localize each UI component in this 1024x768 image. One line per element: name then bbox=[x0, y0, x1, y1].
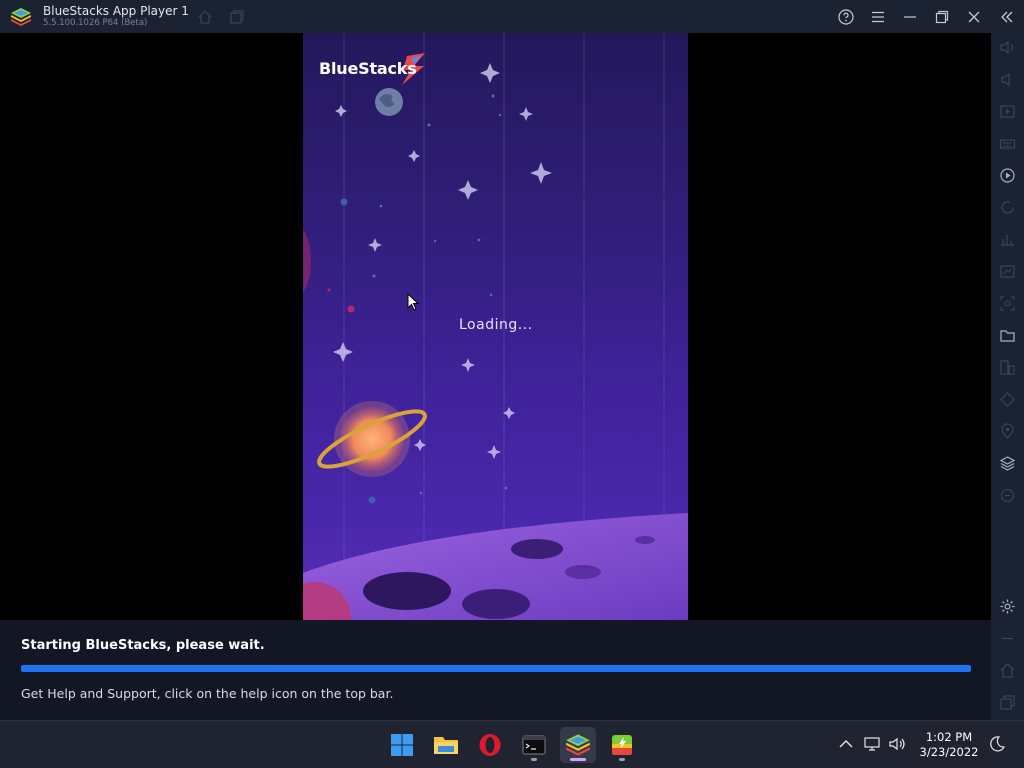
hamburger-menu-icon bbox=[872, 11, 884, 23]
keyboard-icon[interactable] bbox=[999, 135, 1016, 152]
multi-instance-icon[interactable] bbox=[999, 359, 1016, 376]
taskbar-start-button[interactable] bbox=[384, 727, 420, 763]
screenshot-icon[interactable] bbox=[999, 295, 1016, 312]
taskbar-opera[interactable] bbox=[472, 727, 508, 763]
close-button[interactable] bbox=[964, 7, 984, 27]
terminal-icon bbox=[522, 735, 546, 755]
progress-bar-fill bbox=[21, 665, 971, 672]
startup-status-panel: Starting BlueStacks, please wait. Get He… bbox=[0, 620, 991, 720]
taskbar-clock[interactable]: 1:02 PM 3/23/2022 bbox=[912, 730, 986, 760]
double-chevron-left-icon bbox=[1001, 11, 1013, 23]
bluestacks-x-running-indicator bbox=[619, 758, 625, 761]
taskbar-bluestacks[interactable] bbox=[560, 727, 596, 763]
rotate-icon[interactable] bbox=[999, 199, 1016, 216]
chevron-up-icon[interactable] bbox=[837, 735, 855, 753]
file-explorer-icon bbox=[434, 737, 458, 754]
windows-start-icon bbox=[391, 734, 413, 756]
window-title-group: BlueStacks App Player 1 5.5.100.1026 P64… bbox=[43, 4, 189, 29]
layers-icon[interactable] bbox=[999, 455, 1016, 472]
clock-time: 1:02 PM bbox=[925, 730, 973, 744]
android-home-icon[interactable] bbox=[999, 662, 1016, 679]
bluestacks-brand-logo: BlueStacks bbox=[319, 59, 417, 78]
volume-up-icon[interactable] bbox=[999, 39, 1016, 56]
folder-icon[interactable] bbox=[999, 327, 1016, 344]
loading-text: Loading... bbox=[459, 317, 533, 333]
help-button[interactable] bbox=[836, 7, 856, 27]
volume-down-icon[interactable] bbox=[999, 71, 1016, 88]
progress-bar bbox=[21, 665, 971, 672]
minimize-button[interactable] bbox=[900, 7, 920, 27]
collapse-sidebar-button[interactable] bbox=[997, 7, 1017, 27]
title-bar: BlueStacks App Player 1 5.5.100.1026 P64… bbox=[0, 0, 1024, 33]
emulator-screen[interactable]: BlueStacks Loading... bbox=[303, 33, 688, 620]
recent-apps-icon[interactable] bbox=[999, 694, 1016, 711]
screen-size-icon[interactable] bbox=[999, 263, 1016, 280]
restore-button[interactable] bbox=[932, 7, 952, 27]
close-icon bbox=[968, 11, 980, 23]
terminal-running-indicator bbox=[531, 758, 537, 761]
network-icon[interactable] bbox=[863, 735, 881, 753]
help-hint-text: Get Help and Support, click on the help … bbox=[21, 686, 394, 701]
bluestacks-window: BlueStacks App Player 1 5.5.100.1026 P64… bbox=[0, 0, 1024, 720]
location-icon[interactable] bbox=[999, 423, 1016, 440]
bluestacks-logo-icon bbox=[11, 8, 31, 26]
clock-date: 3/23/2022 bbox=[919, 745, 979, 759]
right-sidebar bbox=[991, 33, 1024, 720]
bluestacks-x-icon bbox=[612, 735, 632, 755]
eco-mode-icon[interactable] bbox=[999, 391, 1016, 408]
help-icon bbox=[838, 9, 854, 25]
back-icon[interactable] bbox=[999, 630, 1016, 647]
focus-assist-moon-icon[interactable] bbox=[988, 735, 1006, 753]
bluestacks-running-indicator bbox=[570, 758, 586, 761]
taskbar-file-explorer[interactable] bbox=[428, 727, 464, 763]
window-version: 5.5.100.1026 P64 (Beta) bbox=[43, 18, 148, 28]
taskbar-terminal[interactable] bbox=[516, 727, 552, 763]
settings-icon[interactable] bbox=[999, 598, 1016, 615]
bluestacks-icon bbox=[566, 734, 590, 756]
taskbar-bluestacks-x[interactable] bbox=[604, 727, 640, 763]
opera-icon bbox=[479, 734, 501, 756]
record-play-icon[interactable] bbox=[999, 167, 1016, 184]
status-title: Starting BlueStacks, please wait. bbox=[21, 638, 265, 653]
multi-window-icon[interactable] bbox=[229, 9, 245, 25]
media-icon[interactable] bbox=[999, 103, 1016, 120]
window-title: BlueStacks App Player 1 bbox=[43, 4, 189, 18]
sync-icon[interactable] bbox=[999, 487, 1016, 504]
windows-taskbar: 1:02 PM 3/23/2022 bbox=[0, 720, 1024, 768]
menu-button[interactable] bbox=[868, 7, 888, 27]
minimize-icon bbox=[904, 16, 916, 18]
mouse-cursor-icon bbox=[407, 293, 419, 311]
home-icon[interactable] bbox=[197, 9, 213, 25]
restore-icon bbox=[935, 10, 949, 24]
speaker-icon[interactable] bbox=[888, 735, 906, 753]
performance-icon[interactable] bbox=[999, 231, 1016, 248]
